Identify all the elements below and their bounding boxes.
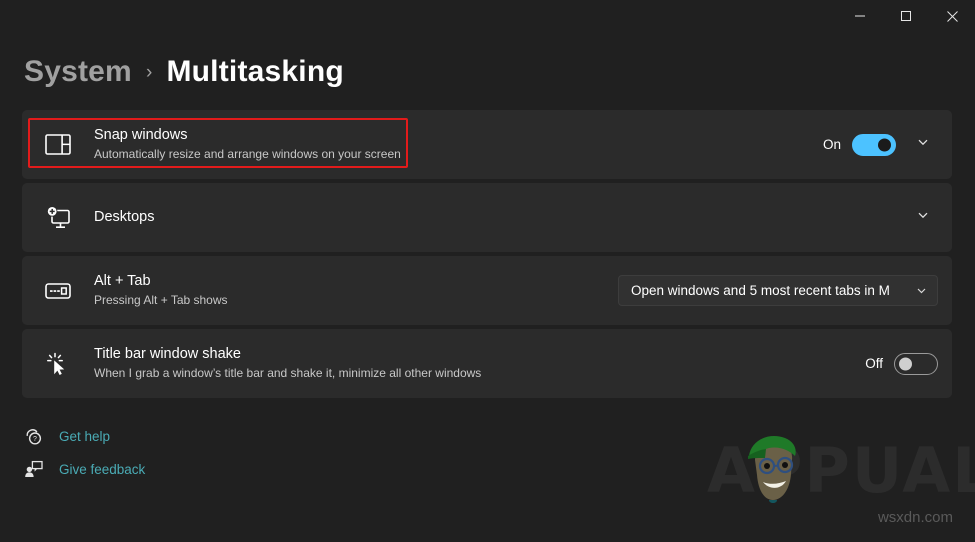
alt-tab-dropdown-value: Open windows and 5 most recent tabs in M [631, 283, 890, 298]
setting-subtitle: When I grab a window’s title bar and sha… [94, 365, 865, 382]
breadcrumb: System › Multitasking [24, 55, 344, 89]
watermark-brand: APPUALS [707, 440, 975, 502]
setting-title: Alt + Tab [94, 272, 618, 291]
setting-texts: Title bar window shake When I grab a win… [94, 345, 865, 382]
minimize-icon [854, 10, 866, 22]
chevron-down-icon [915, 284, 928, 297]
chevron-down-icon [916, 135, 930, 154]
get-help-label: Get help [59, 429, 110, 444]
expand-desktops-button[interactable] [908, 203, 938, 233]
minimize-button[interactable] [837, 0, 883, 32]
snap-windows-toggle[interactable] [852, 134, 896, 156]
setting-row-snap-windows[interactable]: Snap windows Automatically resize and ar… [22, 110, 952, 179]
setting-subtitle: Automatically resize and arrange windows… [94, 146, 823, 163]
footer-links: ? Get help Give feedback [22, 425, 145, 480]
setting-title: Desktops [94, 208, 908, 227]
breadcrumb-parent-link[interactable]: System [24, 55, 132, 89]
give-feedback-label: Give feedback [59, 462, 145, 477]
alt-tab-dropdown[interactable]: Open windows and 5 most recent tabs in M [618, 275, 938, 306]
setting-controls: Open windows and 5 most recent tabs in M [618, 275, 938, 306]
setting-texts: Snap windows Automatically resize and ar… [94, 126, 823, 163]
page-title: Multitasking [166, 55, 343, 89]
window-titlebar [0, 0, 975, 32]
setting-texts: Desktops [94, 208, 908, 227]
setting-row-desktops[interactable]: Desktops [22, 183, 952, 252]
window-shake-toggle-group[interactable]: Off [865, 353, 938, 375]
toggle-knob [899, 357, 912, 370]
setting-row-alt-tab[interactable]: Alt + Tab Pressing Alt + Tab shows Open … [22, 256, 952, 325]
close-icon [946, 10, 959, 23]
toggle-state-label: On [823, 137, 841, 152]
expand-snap-windows-button[interactable] [908, 130, 938, 160]
setting-title: Snap windows [94, 126, 823, 145]
desktops-icon [40, 200, 76, 236]
toggle-state-label: Off [865, 356, 883, 371]
feedback-icon [22, 458, 44, 480]
watermark: APPUALS wsxdn.com [707, 434, 957, 526]
watermark-url: wsxdn.com [878, 509, 953, 526]
window-shake-icon [40, 346, 76, 382]
window-shake-toggle[interactable] [894, 353, 938, 375]
get-help-link[interactable]: ? Get help [22, 425, 145, 447]
snap-windows-icon [40, 127, 76, 163]
toggle-knob [878, 138, 891, 151]
give-feedback-link[interactable]: Give feedback [22, 458, 145, 480]
setting-controls [908, 203, 938, 233]
watermark-mascot-icon [739, 430, 809, 510]
setting-texts: Alt + Tab Pressing Alt + Tab shows [94, 272, 618, 309]
setting-controls: On [823, 130, 938, 160]
setting-row-title-bar-window-shake[interactable]: Title bar window shake When I grab a win… [22, 329, 952, 398]
setting-subtitle: Pressing Alt + Tab shows [94, 292, 618, 309]
chevron-down-icon [916, 208, 930, 227]
setting-controls: Off [865, 353, 938, 375]
breadcrumb-separator-icon: › [146, 62, 153, 84]
close-button[interactable] [929, 0, 975, 32]
help-icon: ? [22, 425, 44, 447]
maximize-button[interactable] [883, 0, 929, 32]
setting-title: Title bar window shake [94, 345, 865, 364]
alt-tab-icon [40, 273, 76, 309]
maximize-icon [900, 10, 912, 22]
settings-list: Snap windows Automatically resize and ar… [22, 110, 952, 398]
snap-windows-toggle-group[interactable]: On [823, 134, 896, 156]
settings-window: System › Multitasking Snap windows Autom… [0, 0, 975, 542]
svg-text:?: ? [33, 436, 37, 443]
